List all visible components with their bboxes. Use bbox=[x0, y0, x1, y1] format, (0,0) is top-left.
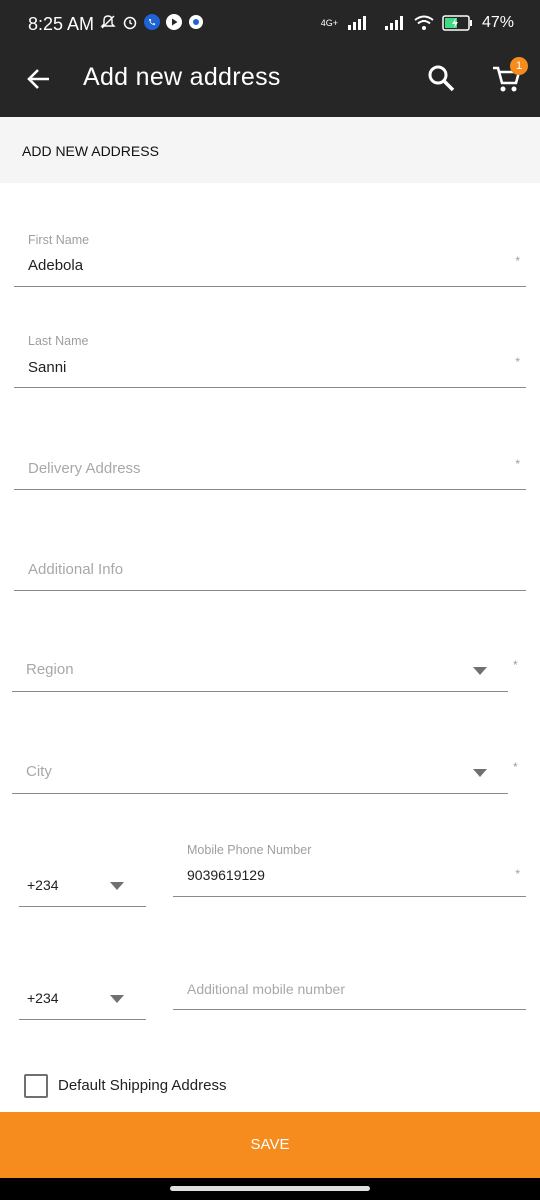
last-name-value: Sanni bbox=[28, 359, 67, 376]
wifi-icon bbox=[414, 15, 434, 30]
default-shipping-checkbox[interactable] bbox=[24, 1074, 48, 1098]
first-name-field[interactable]: First Name Adebola * bbox=[14, 226, 526, 287]
status-time: 8:25 AM bbox=[28, 14, 95, 34]
page-title: Add new address bbox=[83, 63, 281, 91]
input-underline bbox=[173, 896, 526, 897]
signal-icon bbox=[347, 16, 366, 30]
silent-icon bbox=[100, 15, 116, 29]
input-underline bbox=[14, 286, 526, 287]
first-name-value: Adebola bbox=[28, 257, 84, 274]
input-underline bbox=[12, 691, 508, 692]
back-arrow-icon[interactable] bbox=[26, 66, 52, 92]
signal-icon-2 bbox=[384, 16, 403, 30]
chevron-down-icon bbox=[110, 995, 124, 1003]
cart-count-badge: 1 bbox=[510, 57, 528, 75]
mobile-phone-value: 9039619129 bbox=[187, 867, 265, 883]
additional-mobile-placeholder: Additional mobile number bbox=[187, 981, 345, 997]
search-icon[interactable] bbox=[427, 64, 455, 92]
country-code-select-2[interactable]: +234 bbox=[19, 973, 146, 1020]
city-placeholder: City bbox=[26, 763, 52, 780]
country-code-value-2: +234 bbox=[27, 990, 59, 1006]
country-code-value: +234 bbox=[27, 877, 59, 893]
delivery-address-field[interactable]: Delivery Address * bbox=[14, 429, 526, 490]
mobile-phone-label: Mobile Phone Number bbox=[187, 843, 312, 857]
input-underline bbox=[173, 1009, 526, 1010]
required-marker: * bbox=[515, 254, 520, 268]
settings-app-icon bbox=[189, 15, 203, 29]
input-underline bbox=[14, 590, 526, 591]
network-type: 4G+ bbox=[320, 18, 338, 28]
phone-app-icon bbox=[144, 14, 160, 30]
input-underline bbox=[19, 906, 146, 907]
app-bar: Add new address 1 bbox=[0, 40, 540, 117]
required-marker: * bbox=[513, 760, 518, 774]
default-shipping-label[interactable]: Default Shipping Address bbox=[58, 1077, 226, 1094]
status-bar: 8:25 AM 4G+ 47% bbox=[0, 0, 540, 40]
additional-mobile-field[interactable]: Additional mobile number bbox=[173, 949, 526, 1010]
required-marker: * bbox=[515, 867, 520, 881]
additional-info-placeholder: Additional Info bbox=[28, 561, 124, 578]
battery-level: 47% bbox=[481, 14, 514, 31]
region-select[interactable]: Region bbox=[12, 631, 508, 692]
mobile-phone-field[interactable]: Mobile Phone Number 9039619129 * bbox=[173, 836, 526, 897]
input-underline bbox=[14, 489, 526, 490]
delivery-address-placeholder: Delivery Address bbox=[28, 460, 141, 477]
required-marker: * bbox=[515, 457, 520, 471]
battery-icon bbox=[442, 15, 472, 31]
region-placeholder: Region bbox=[26, 661, 74, 678]
first-name-label: First Name bbox=[28, 233, 90, 247]
play-store-icon bbox=[166, 14, 182, 30]
alarm-icon bbox=[123, 16, 137, 30]
city-select[interactable]: City bbox=[12, 733, 508, 794]
chevron-down-icon bbox=[473, 769, 487, 777]
chevron-down-icon bbox=[110, 882, 124, 890]
input-underline bbox=[19, 1019, 146, 1020]
home-gesture-handle[interactable] bbox=[170, 1186, 370, 1191]
country-code-select[interactable]: +234 bbox=[19, 860, 146, 907]
additional-info-field[interactable]: Additional Info bbox=[14, 530, 526, 591]
last-name-field[interactable]: Last Name Sanni * bbox=[14, 327, 526, 388]
section-title: ADD NEW ADDRESS bbox=[22, 143, 159, 159]
input-underline bbox=[14, 387, 526, 388]
chevron-down-icon bbox=[473, 667, 487, 675]
save-button[interactable]: SAVE bbox=[0, 1112, 540, 1178]
last-name-label: Last Name bbox=[28, 334, 89, 348]
status-notification-icons bbox=[100, 14, 204, 30]
section-header: ADD NEW ADDRESS bbox=[0, 117, 540, 183]
system-nav-bar bbox=[0, 1178, 540, 1200]
required-marker: * bbox=[515, 355, 520, 369]
status-system-icons: 4G+ 47% bbox=[321, 14, 514, 32]
required-marker: * bbox=[513, 658, 518, 672]
input-underline bbox=[12, 793, 508, 794]
